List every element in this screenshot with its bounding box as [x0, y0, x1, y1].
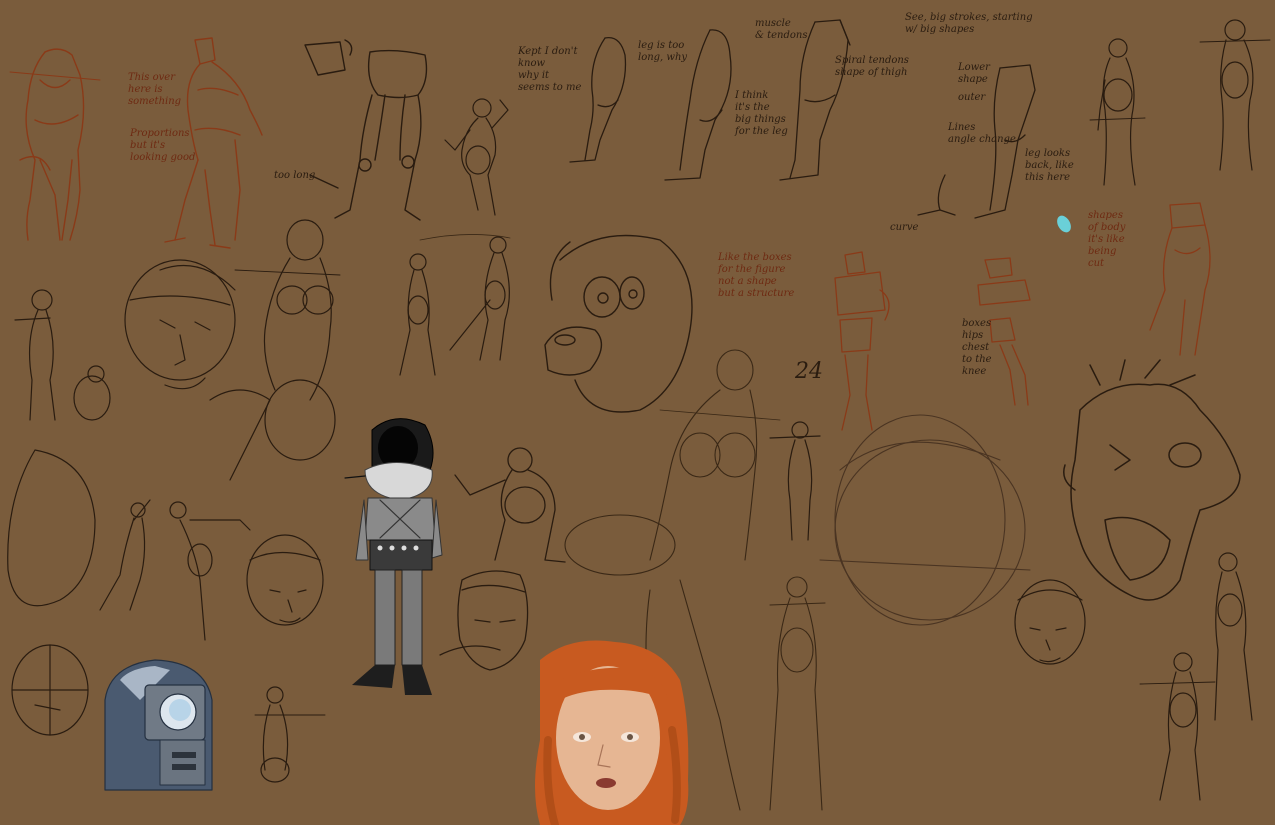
head-study-large — [124, 259, 236, 390]
figure-red-pose-right — [1149, 202, 1211, 356]
note-gesture: I think it's the big things for the leg — [735, 90, 788, 137]
figure-small-standing — [769, 421, 821, 541]
figure-dancer-1 — [399, 253, 436, 376]
head-planes-left — [11, 644, 89, 736]
hooded-character-painting — [344, 418, 443, 695]
sketch-canvas: This over here is something Proportions … — [0, 0, 1275, 825]
head-female-right — [1014, 579, 1086, 665]
figure-far-right-1 — [1214, 552, 1253, 721]
figure-crouch — [454, 447, 566, 563]
figure-bottom-mid — [769, 576, 826, 811]
note-strokes: See, big strokes, starting w/ big shapes — [905, 12, 1033, 35]
sketch-layer — [7, 19, 1271, 825]
figure-bottom-small — [254, 686, 326, 783]
cartoon-face-right — [1063, 359, 1241, 601]
note-kept: Kept I don't know why it seems to me — [518, 46, 582, 93]
figure-dancer-2 — [449, 236, 510, 361]
figure-walker — [99, 499, 151, 611]
figure-gesture-small — [444, 98, 509, 216]
head-female-3q — [246, 534, 324, 626]
figure-box-model — [834, 251, 890, 431]
note-arrow: too long — [274, 170, 316, 181]
figure-torso-female — [209, 219, 341, 481]
note-muscle: muscle & tendons — [755, 18, 808, 41]
note-spiral: Spiral tendons shape of thigh — [835, 55, 909, 78]
lion-head-sketch — [544, 234, 693, 413]
note-torso: This over here is something — [128, 72, 182, 107]
figure-reaching — [169, 501, 251, 641]
note-curve: curve — [890, 222, 919, 233]
note-outer: outer — [958, 92, 986, 103]
cyan-brush-dab — [1057, 215, 1071, 233]
note-lower: Lower shape — [958, 62, 990, 85]
figure-side-small — [14, 289, 111, 421]
figure-leg-study-3 — [779, 19, 851, 181]
figure-legs-front — [304, 39, 428, 221]
note-leg: leg is too long, why — [638, 40, 688, 63]
shape-outline-left — [7, 449, 96, 607]
note-leg-back: leg looks back, like this here — [1025, 148, 1074, 183]
note-num: 24 — [795, 359, 823, 384]
note-shapes: shapes of body it's like being cut — [1088, 210, 1126, 269]
figure-standing-right — [1089, 38, 1146, 186]
note-box-figure: boxes hips chest to the knee — [962, 318, 992, 377]
robot-head-painting — [104, 659, 213, 791]
head-circle-large — [819, 414, 1031, 626]
note-boxes: Like the boxes for the figure not a shap… — [718, 252, 795, 299]
figure-standing-top-right — [1199, 19, 1271, 171]
head-male — [439, 570, 529, 671]
note-proportion: Proportions but it's looking good — [130, 128, 196, 163]
figure-far-right-2 — [1139, 652, 1216, 801]
redhead-girl-painting — [535, 640, 689, 825]
note-lines: Lines angle change — [948, 122, 1016, 145]
figure-torso-red-left — [9, 48, 101, 241]
